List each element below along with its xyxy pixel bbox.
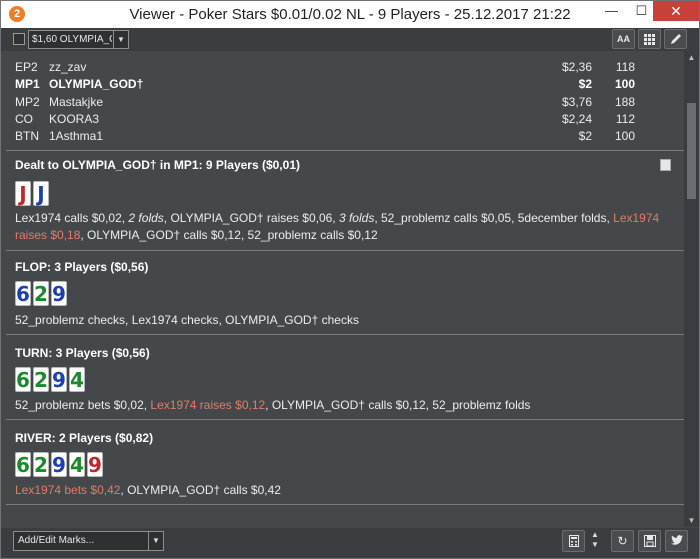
player-position: MP2 — [15, 95, 40, 109]
player-name: zz_zav — [49, 60, 87, 74]
card: 2 — [33, 452, 49, 477]
card: 6 — [15, 367, 31, 392]
font-size-button[interactable]: AA — [612, 29, 635, 49]
river-action: Lex1974 bets $0,42, OLYMPIA_GOD† calls $… — [15, 482, 665, 499]
chevron-down-icon[interactable]: ▼ — [113, 31, 128, 48]
minimize-button[interactable]: — — [598, 1, 625, 21]
calculator-icon[interactable] — [562, 530, 585, 552]
player-row: MP2 Mastakjke $3,76 188 — [15, 95, 645, 112]
preflop-title: Dealt to OLYMPIA_GOD† in MP1: 9 Players … — [15, 158, 300, 172]
player-select-value: $1,60 OLYMPIA_GC — [32, 34, 112, 45]
player-row-hero: MP1 OLYMPIA_GOD† $2 100 — [15, 77, 645, 94]
viewer-window: 2 Viewer - Poker Stars $0.01/0.02 NL - 9… — [0, 0, 700, 559]
player-bb: 100 — [614, 129, 635, 143]
scroll-up-icon[interactable]: ▲ — [684, 53, 699, 62]
highlighted-action: Lex1974 bets $0,42 — [15, 483, 121, 497]
toolbar: $1,60 OLYMPIA_GC ▼ AA — [1, 28, 699, 51]
player-position: CO — [15, 112, 33, 126]
divider — [6, 504, 684, 505]
preflop-action: Lex1974 calls $0,02, 2 folds, OLYMPIA_GO… — [15, 210, 665, 244]
select-checkbox[interactable] — [13, 33, 25, 45]
flop-action: 52_problemz checks, Lex1974 checks, OLYM… — [15, 313, 359, 327]
player-name: 1Asthma1 — [49, 129, 104, 143]
marks-select-value: Add/Edit Marks... — [18, 535, 95, 546]
player-position: MP1 — [15, 77, 40, 91]
card: 6 — [15, 281, 31, 306]
flop-title: FLOP: 3 Players ($0,56) — [15, 260, 149, 274]
player-bb: 188 — [614, 95, 635, 109]
player-row: CO KOORA3 $2,24 112 — [15, 112, 645, 129]
grid-icon[interactable] — [638, 29, 661, 49]
save-icon[interactable] — [638, 530, 661, 552]
action-text: , 52_problemz calls $0,05, 5december fol… — [374, 211, 614, 225]
vertical-scrollbar[interactable]: ▲ ▼ — [684, 51, 699, 527]
player-stack: $2 — [578, 77, 592, 91]
divider — [6, 419, 684, 420]
window-title: Viewer - Poker Stars $0.01/0.02 NL - 9 P… — [129, 6, 571, 23]
turn-title: TURN: 3 Players ($0,56) — [15, 346, 150, 360]
card: 6 — [15, 452, 31, 477]
action-text: 52_problemz bets $0,02, — [15, 398, 151, 412]
card: 9 — [51, 281, 67, 306]
twitter-icon[interactable] — [665, 530, 688, 552]
chevron-down-icon[interactable]: ▼ — [148, 532, 163, 550]
divider — [6, 250, 684, 251]
note-icon[interactable] — [660, 159, 671, 171]
player-stack: $2,24 — [561, 112, 592, 126]
divider — [6, 334, 684, 335]
player-position: EP2 — [15, 60, 38, 74]
card: J — [33, 181, 49, 206]
card: 4 — [69, 367, 85, 392]
river-title: RIVER: 2 Players ($0,82) — [15, 431, 154, 445]
player-name: KOORA3 — [49, 112, 100, 126]
card: 9 — [51, 367, 67, 392]
player-stack: $2,36 — [561, 60, 592, 74]
action-text: Lex1974 calls $0,02, — [15, 211, 129, 225]
bottom-bar: Add/Edit Marks... ▼ ▲ ▼ ↻ — [1, 528, 699, 558]
player-row: BTN 1Asthma1 $2 100 — [15, 129, 645, 146]
player-name: OLYMPIA_GOD† — [49, 77, 144, 91]
title-bar: 2 Viewer - Poker Stars $0.01/0.02 NL - 9… — [1, 1, 699, 28]
maximize-button[interactable]: ☐ — [628, 1, 655, 21]
card: J — [15, 181, 31, 206]
hand-history-content: EP2 zz_zav $2,36 118 MP1 OLYMPIA_GOD† $2… — [2, 51, 684, 527]
action-text: , OLYMPIA_GOD† raises $0,06, — [163, 211, 339, 225]
divider — [6, 150, 684, 151]
player-bb: 118 — [615, 60, 635, 74]
player-stack: $2 — [578, 129, 592, 143]
action-text: , OLYMPIA_GOD† calls $0,42 — [120, 483, 281, 497]
player-name: Mastakjke — [49, 95, 104, 109]
card: 9 — [51, 452, 67, 477]
player-row: EP2 zz_zav $2,36 118 — [15, 60, 645, 77]
action-text: , OLYMPIA_GOD† calls $0,12, 52_problemz … — [80, 228, 378, 242]
player-bb: 100 — [614, 77, 635, 91]
close-button[interactable]: ✕ — [653, 1, 699, 21]
highlighted-action: Lex1974 raises $0,12 — [150, 398, 266, 412]
action-text: , OLYMPIA_GOD† calls $0,12, 52_problemz … — [265, 398, 531, 412]
scroll-thumb[interactable] — [687, 103, 696, 199]
card: 2 — [33, 367, 49, 392]
scroll-down-icon[interactable]: ▼ — [684, 516, 699, 525]
player-bb: 112 — [615, 112, 635, 126]
action-text: 3 folds — [338, 211, 375, 225]
turn-action: 52_problemz bets $0,02, Lex1974 raises $… — [15, 397, 665, 414]
replay-icon[interactable]: ↻ — [611, 530, 634, 552]
action-text: 2 folds — [128, 211, 164, 225]
card: 9 — [87, 452, 103, 477]
card: 2 — [33, 281, 49, 306]
player-select[interactable]: $1,60 OLYMPIA_GC ▼ — [28, 30, 129, 49]
marks-select[interactable]: Add/Edit Marks... ▼ — [13, 531, 164, 551]
card: 4 — [69, 452, 85, 477]
player-stack: $3,76 — [561, 95, 592, 109]
up-down-spinner[interactable]: ▲ ▼ — [586, 530, 604, 552]
player-position: BTN — [15, 129, 39, 143]
pencil-icon[interactable] — [664, 29, 687, 49]
